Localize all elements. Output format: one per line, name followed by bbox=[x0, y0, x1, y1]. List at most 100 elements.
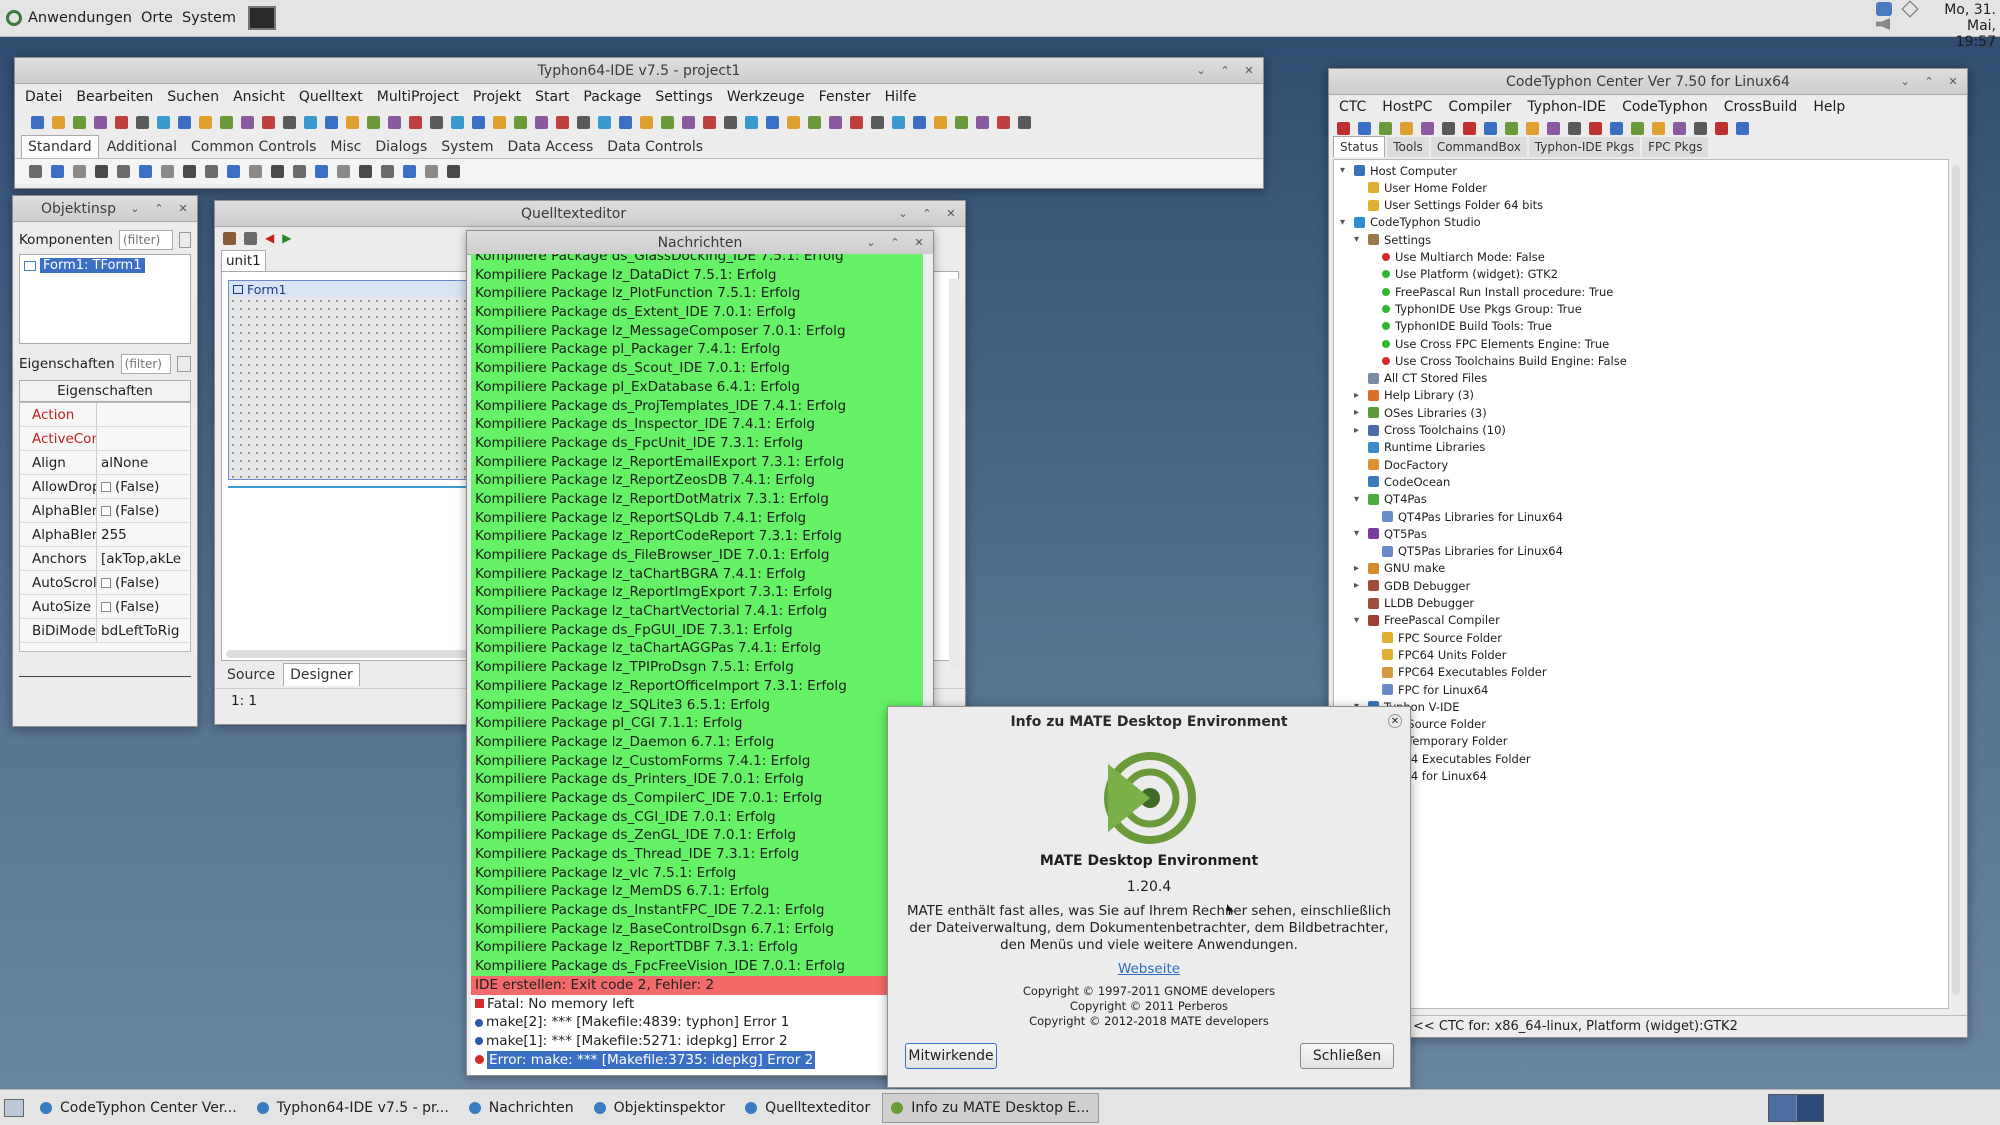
ide-toolbar-icon[interactable] bbox=[94, 115, 107, 129]
ide-toolbar-icon[interactable] bbox=[535, 115, 548, 129]
close-button[interactable]: ✕ bbox=[943, 205, 959, 221]
ctc-menu-item[interactable]: HostPC bbox=[1382, 99, 1432, 115]
ctc-toolbar-icon[interactable] bbox=[1673, 121, 1686, 135]
palette-component-icon[interactable] bbox=[183, 165, 196, 178]
success-message-row[interactable]: Kompiliere Package lz_MessageComposer 7.… bbox=[471, 322, 923, 341]
toolbar-icon[interactable] bbox=[244, 231, 257, 245]
ide-menu-item[interactable]: Hilfe bbox=[885, 89, 917, 105]
ctc-tab[interactable]: Tools bbox=[1387, 137, 1429, 157]
property-value[interactable] bbox=[96, 403, 190, 426]
minimize-button[interactable]: ⌄ bbox=[1897, 73, 1913, 89]
ctc-tree-item[interactable]: ▸ Cross Toolchains (10) bbox=[1354, 422, 1506, 439]
ide-menu-item[interactable]: Start bbox=[535, 89, 569, 105]
ctc-tree-item[interactable]: CodeOcean bbox=[1354, 473, 1450, 490]
ctc-tree-item[interactable]: FPC64 Executables Folder bbox=[1368, 664, 1547, 681]
maximize-button[interactable]: ⌃ bbox=[151, 200, 167, 216]
ctc-toolbar-icon[interactable] bbox=[1715, 121, 1728, 135]
ctc-toolbar-icon[interactable] bbox=[1589, 121, 1602, 135]
ide-toolbar-icon[interactable] bbox=[934, 115, 947, 129]
ide-toolbar-icon[interactable] bbox=[346, 115, 359, 129]
ide-toolbar-icon[interactable] bbox=[766, 115, 779, 129]
palette-component-icon[interactable] bbox=[271, 165, 284, 178]
palette-tab[interactable]: Misc bbox=[324, 136, 367, 158]
close-button[interactable]: ✕ bbox=[911, 234, 927, 250]
success-message-row[interactable]: Kompiliere Package lz_Daemon 6.7.1: Erfo… bbox=[471, 733, 923, 752]
show-desktop-icon[interactable] bbox=[4, 1098, 24, 1117]
property-value[interactable]: [akTop,akLe bbox=[96, 547, 190, 570]
ctc-toolbar-icon[interactable] bbox=[1379, 121, 1392, 135]
forward-arrow-icon[interactable]: ▶ bbox=[282, 231, 291, 245]
success-message-row[interactable]: Kompiliere Package lz_TPIProDsgn 7.5.1: … bbox=[471, 658, 923, 677]
ctc-tree-item[interactable]: FPC64 Units Folder bbox=[1368, 646, 1506, 663]
ctc-tree-item[interactable]: Use Platform (widget): GTK2 bbox=[1368, 266, 1558, 283]
make1-message-row[interactable]: make[1]: *** [Makefile:5271: idepkg] Err… bbox=[471, 1032, 923, 1051]
ctc-toolbar-icon[interactable] bbox=[1547, 121, 1560, 135]
ide-toolbar-icon[interactable] bbox=[661, 115, 674, 129]
about-titlebar[interactable]: Info zu MATE Desktop Environment ✕ bbox=[888, 707, 1410, 737]
success-message-row[interactable]: Kompiliere Package lz_taChartAGGPas 7.4.… bbox=[471, 639, 923, 658]
ctc-tree-item[interactable]: ▾ Host Computer bbox=[1340, 162, 1457, 179]
ide-titlebar[interactable]: Typhon64-IDE v7.5 - project1 ⌄ ⌃ ✕ bbox=[15, 58, 1263, 84]
editor-titlebar[interactable]: Quelltexteditor ⌄ ⌃ ✕ bbox=[215, 201, 965, 227]
ide-menu-item[interactable]: Projekt bbox=[473, 89, 521, 105]
palette-tab-standard[interactable]: Standard bbox=[21, 135, 99, 158]
ctc-tree-item[interactable]: TyphonIDE Build Tools: True bbox=[1368, 318, 1552, 335]
palette-component-icon[interactable] bbox=[447, 165, 460, 178]
ctc-tree-item[interactable]: FreePascal Run Install procedure: True bbox=[1368, 283, 1613, 300]
ctc-toolbar-icon[interactable] bbox=[1526, 121, 1539, 135]
property-checkbox[interactable] bbox=[101, 505, 111, 516]
ide-toolbar-icon[interactable] bbox=[115, 115, 128, 129]
close-button[interactable]: ✕ bbox=[175, 200, 191, 216]
ide-menu-item[interactable]: Bearbeiten bbox=[76, 89, 153, 105]
success-message-row[interactable]: Kompiliere Package lz_ReportCodeReport 7… bbox=[471, 527, 923, 546]
taskbar-item[interactable]: Nachrichten bbox=[461, 1093, 582, 1123]
ctc-toolbar-icon[interactable] bbox=[1631, 121, 1644, 135]
close-button[interactable]: ✕ bbox=[1241, 62, 1257, 78]
ide-toolbar-icon[interactable] bbox=[598, 115, 611, 129]
expanded-arrow-icon[interactable]: ▾ bbox=[1340, 165, 1349, 176]
ide-toolbar-icon[interactable] bbox=[724, 115, 737, 129]
ctc-tree-item[interactable]: ▾ QT4Pas bbox=[1354, 491, 1427, 508]
palette-component-icon[interactable] bbox=[359, 165, 372, 178]
ctc-tree-item[interactable]: ▾ Settings bbox=[1354, 231, 1431, 248]
palette-tab[interactable]: Data Access bbox=[501, 136, 599, 158]
expanded-arrow-icon[interactable]: ▾ bbox=[1340, 217, 1349, 228]
property-row[interactable]: Anchors [akTop,akLe bbox=[20, 547, 190, 571]
palette-tab[interactable]: System bbox=[435, 136, 499, 158]
taskbar-item[interactable]: Objektinspektor bbox=[586, 1093, 733, 1123]
mate-logo-icon[interactable] bbox=[6, 10, 22, 26]
ide-toolbar-icon[interactable] bbox=[892, 115, 905, 129]
ide-toolbar-icon[interactable] bbox=[430, 115, 443, 129]
menu-places[interactable]: Orte bbox=[141, 10, 173, 26]
ide-toolbar-icon[interactable] bbox=[52, 115, 65, 129]
expanded-arrow-icon[interactable]: ▾ bbox=[1354, 494, 1363, 505]
success-message-row[interactable]: Kompiliere Package ds_ProjTemplates_IDE … bbox=[471, 397, 923, 416]
collapsed-arrow-icon[interactable]: ▸ bbox=[1354, 563, 1363, 574]
ide-toolbar-icon[interactable] bbox=[325, 115, 338, 129]
property-row[interactable]: AutoScroll (False) bbox=[20, 571, 190, 595]
error-message-row[interactable]: IDE erstellen: Exit code 2, Fehler: 2 bbox=[471, 975, 923, 995]
taskbar-item[interactable]: Info zu MATE Desktop E... bbox=[882, 1092, 1099, 1123]
ide-toolbar-icon[interactable] bbox=[493, 115, 506, 129]
property-row[interactable]: AlphaBlend (False) bbox=[20, 499, 190, 523]
ctc-toolbar-icon[interactable] bbox=[1442, 121, 1455, 135]
make2-message-row[interactable]: make[2]: *** [Makefile:4839: typhon] Err… bbox=[471, 1013, 923, 1032]
success-message-row[interactable]: Kompiliere Package lz_taChartVectorial 7… bbox=[471, 602, 923, 621]
ide-menu-item[interactable]: Fenster bbox=[819, 89, 871, 105]
success-message-row[interactable]: Kompiliere Package ds_CGI_IDE 7.0.1: Erf… bbox=[471, 808, 923, 827]
ctc-tree-item[interactable]: User Home Folder bbox=[1354, 179, 1487, 196]
ctc-toolbar-icon[interactable] bbox=[1610, 121, 1623, 135]
property-row[interactable]: AllowDropF (False) bbox=[20, 475, 190, 499]
palette-component-icon[interactable] bbox=[249, 165, 262, 178]
components-filter-input[interactable] bbox=[119, 230, 173, 250]
ide-toolbar-icon[interactable] bbox=[220, 115, 233, 129]
editor-vertical-scrollbar[interactable] bbox=[949, 279, 959, 669]
palette-tab[interactable]: Additional bbox=[101, 136, 183, 158]
success-message-row[interactable]: Kompiliere Package ds_Scout_IDE 7.0.1: E… bbox=[471, 359, 923, 378]
ide-toolbar-icon[interactable] bbox=[871, 115, 884, 129]
ide-toolbar-icon[interactable] bbox=[451, 115, 464, 129]
ide-toolbar-icon[interactable] bbox=[409, 115, 422, 129]
ide-toolbar-icon[interactable] bbox=[367, 115, 380, 129]
collapsed-arrow-icon[interactable]: ▸ bbox=[1354, 407, 1363, 418]
ctc-menu-item[interactable]: Compiler bbox=[1448, 99, 1511, 115]
